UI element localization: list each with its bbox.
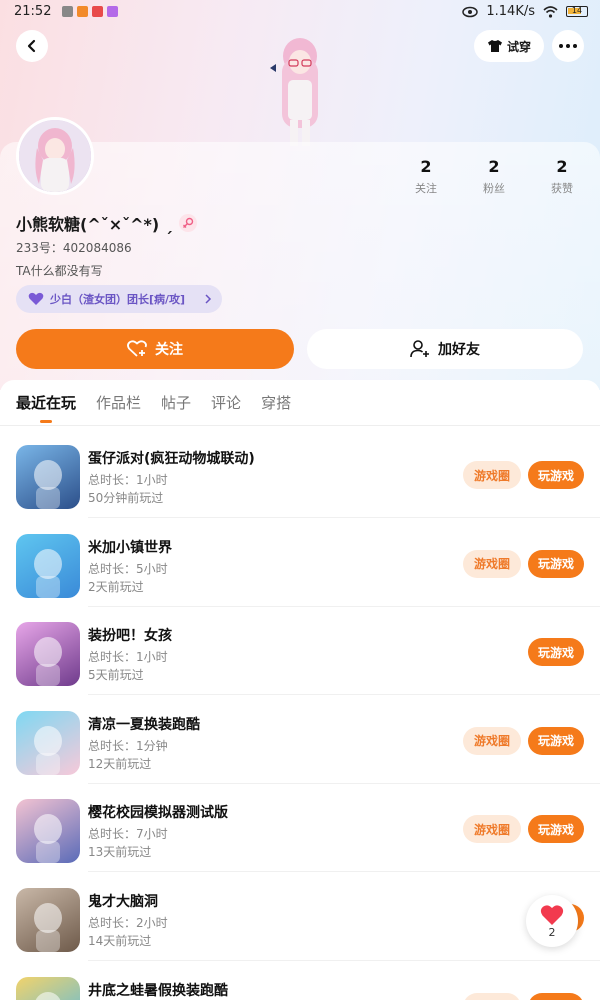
team-badge[interactable]: 少白（渣女团）团长[病/攻]	[16, 285, 222, 313]
frog-parkour-icon[interactable]	[16, 976, 80, 1000]
chevron-left-icon	[27, 39, 36, 53]
game-row[interactable]: 樱花校园模拟器测试版 总时长：7小时 13天前玩过 游戏圈 玩游戏	[0, 784, 600, 873]
play-game-button[interactable]: 玩游戏	[528, 815, 584, 844]
avatar-figure-icon	[19, 120, 91, 192]
game-duration: 总时长：5小时	[88, 561, 168, 576]
stat-label: 获赞	[551, 182, 573, 195]
like-count: 2	[548, 925, 556, 939]
game-duration: 总时长：1分钟	[88, 738, 168, 753]
username-text: 小熊软糖(^ˇ×ˇ^*) ˏ	[16, 215, 173, 234]
user-bio: TA什么都没有写	[16, 264, 103, 278]
try-on-button[interactable]: 试穿	[474, 30, 544, 62]
status-bar: 21:52 1.14K/s 14	[0, 0, 600, 26]
game-last-played: 5天前玩过	[88, 668, 144, 683]
heart-plus-icon	[127, 340, 147, 357]
notification-icons	[62, 6, 118, 17]
tab-outfits[interactable]: 穿搭	[261, 392, 291, 413]
status-time: 21:52	[14, 4, 52, 19]
game-duration: 总时长：1小时	[88, 473, 168, 487]
eggy-party-icon[interactable]	[16, 445, 80, 509]
username: 小熊软糖(^ˇ×ˇ^*) ˏ	[16, 211, 197, 235]
stat-likes[interactable]: 2 获赞	[532, 157, 592, 196]
sakura-school-icon[interactable]	[16, 799, 80, 864]
more-dots-icon	[559, 44, 577, 48]
play-game-button[interactable]: 玩游戏	[528, 992, 584, 1000]
game-row[interactable]: 井底之蛙暑假换装跑酷游戏圈玩游戏	[0, 962, 600, 1000]
add-friend-button[interactable]: 加好友	[307, 329, 583, 369]
play-game-button[interactable]: 玩游戏	[528, 726, 584, 755]
game-circle-button[interactable]: 游戏圈	[463, 461, 521, 489]
eye-icon	[462, 6, 479, 17]
game-name: 清凉一夏换装跑酷	[88, 716, 200, 733]
heart-icon	[28, 292, 44, 305]
avatar[interactable]	[16, 117, 94, 195]
add-friend-label: 加好友	[438, 342, 480, 358]
game-duration: 总时长：2小时	[88, 916, 168, 930]
game-name: 装扮吧！女孩	[88, 628, 172, 645]
stat-value: 2	[556, 157, 568, 176]
network-speed: 1.14K/s	[486, 4, 535, 19]
content-panel: 最近在玩 作品栏 帖子 评论 穿搭 蛋仔派对(疯狂动物城联动) 总时长：1小时 50…	[0, 380, 600, 1000]
game-duration: 总时长：7小时	[88, 827, 168, 842]
game-last-played: 2天前玩过	[88, 579, 144, 594]
game-name: 樱花校园模拟器测试版	[88, 805, 228, 822]
stat-fans[interactable]: 2 粉丝	[464, 157, 524, 196]
floating-like-button[interactable]: 2	[526, 895, 578, 947]
game-name: 井底之蛙暑假换装跑酷	[88, 982, 228, 999]
try-on-label: 试穿	[506, 39, 531, 54]
stat-label: 粉丝	[483, 182, 505, 195]
game-row[interactable]: 鬼才大脑洞总时长：2小时14天前玩过玩游戏	[0, 873, 600, 961]
chevron-right-icon	[205, 294, 212, 304]
dress-up-girl-icon[interactable]	[16, 622, 80, 687]
game-row[interactable]: 清凉一夏换装跑酷 总时长：1分钟 12天前玩过 游戏圈 玩游戏	[0, 696, 600, 784]
play-game-button[interactable]: 玩游戏	[528, 461, 584, 489]
tab-recently-played[interactable]: 最近在玩	[16, 392, 76, 423]
stat-value: 2	[420, 157, 432, 176]
game-circle-button[interactable]: 游戏圈	[463, 549, 521, 578]
team-badge-label: 少白（渣女团）团长[病/攻]	[50, 293, 186, 306]
brain-hole-icon[interactable]	[16, 888, 80, 952]
game-last-played: 13天前玩过	[88, 845, 152, 860]
follow-button[interactable]: 关注	[16, 329, 294, 369]
miga-town-icon[interactable]	[16, 533, 80, 598]
tabs-divider	[0, 425, 600, 426]
game-name: 鬼才大脑洞	[88, 894, 158, 910]
game-name: 米加小镇世界	[88, 539, 172, 556]
female-gender-icon	[178, 214, 197, 232]
stat-value: 2	[488, 157, 500, 176]
game-row[interactable]: 蛋仔派对(疯狂动物城联动) 总时长：1小时 50分钟前玩过 游戏圈 玩游戏	[0, 430, 600, 518]
tab-works[interactable]: 作品栏	[96, 392, 141, 413]
battery-icon: 14	[566, 6, 588, 17]
profile-tabs: 最近在玩 作品栏 帖子 评论 穿搭	[16, 392, 291, 423]
game-last-played: 14天前玩过	[88, 934, 152, 948]
game-last-played: 12天前玩过	[88, 756, 152, 771]
avatar-3d-figure	[270, 38, 318, 146]
game-row[interactable]: 装扮吧！女孩 总时长：1小时 5天前玩过 玩游戏	[0, 607, 600, 696]
user-id: 233号：402084086	[16, 241, 132, 255]
back-button[interactable]	[16, 30, 48, 62]
tab-posts[interactable]: 帖子	[161, 392, 191, 413]
stat-following[interactable]: 2 关注	[396, 157, 456, 196]
add-user-icon	[410, 340, 429, 358]
follow-label: 关注	[155, 342, 183, 358]
game-circle-button[interactable]: 游戏圈	[463, 992, 521, 1000]
heart-icon	[540, 904, 564, 925]
tshirt-icon	[487, 40, 502, 52]
play-game-button[interactable]: 玩游戏	[528, 638, 584, 667]
wifi-icon	[543, 5, 558, 18]
game-circle-button[interactable]: 游戏圈	[463, 726, 521, 755]
stat-label: 关注	[415, 182, 437, 195]
summer-parkour-icon[interactable]	[16, 710, 80, 775]
tab-comments[interactable]: 评论	[211, 392, 241, 413]
more-button[interactable]	[552, 30, 584, 62]
play-game-button[interactable]: 玩游戏	[528, 549, 584, 578]
game-row[interactable]: 米加小镇世界 总时长：5小时 2天前玩过 游戏圈 玩游戏	[0, 519, 600, 607]
game-last-played: 50分钟前玩过	[88, 491, 164, 505]
game-name: 蛋仔派对(疯狂动物城联动)	[88, 451, 255, 467]
game-circle-button[interactable]: 游戏圈	[463, 815, 521, 844]
game-duration: 总时长：1小时	[88, 650, 168, 665]
